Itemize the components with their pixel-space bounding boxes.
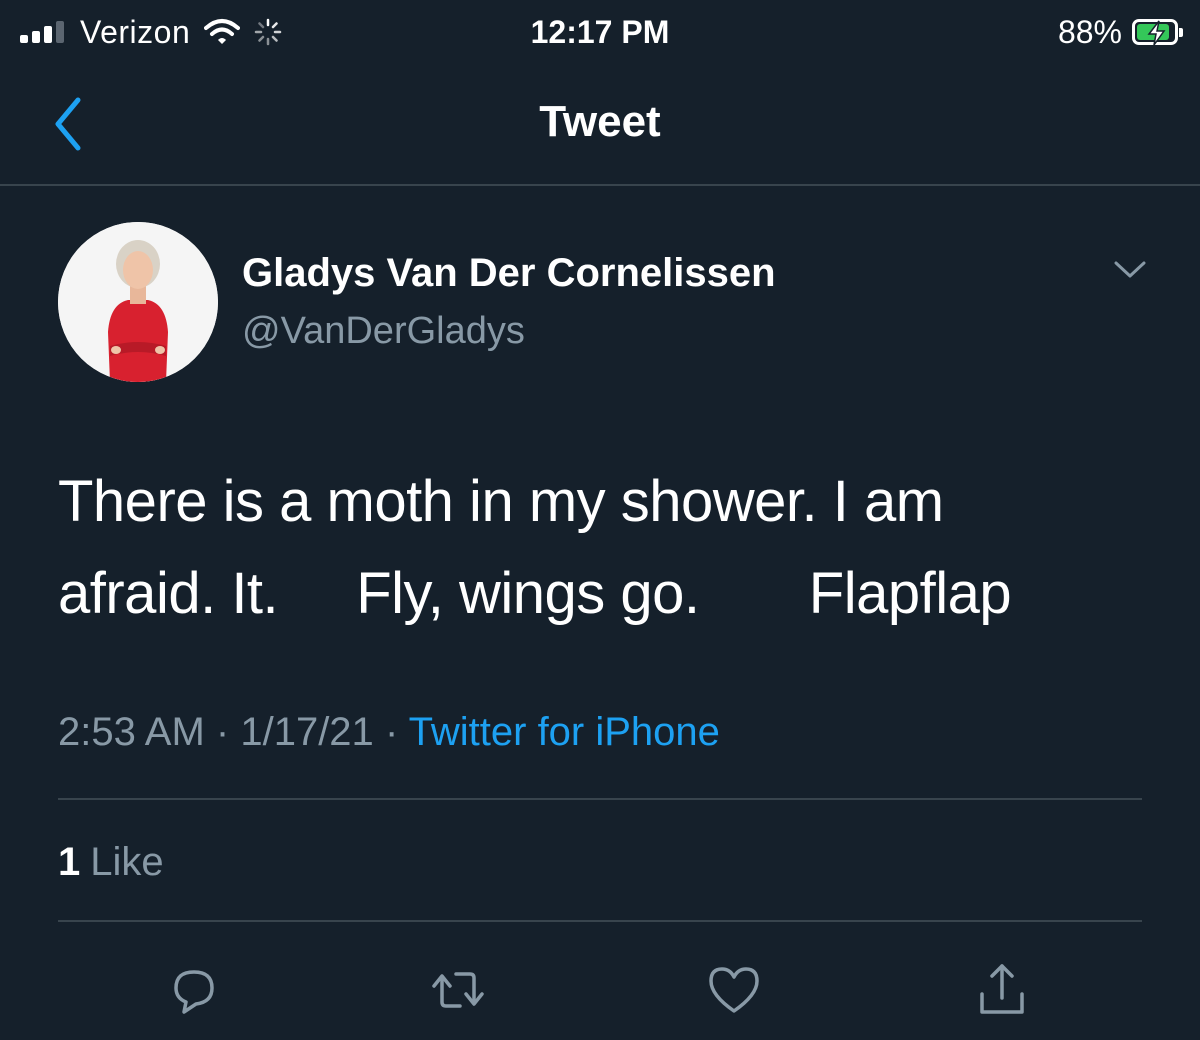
retweet-icon	[432, 972, 484, 1008]
tweet-time: 2:53 AM	[58, 710, 205, 754]
like-label: Like	[90, 840, 164, 884]
status-right: 88%	[1057, 10, 1183, 54]
status-time: 12:17 PM	[530, 14, 670, 50]
tweet-date: 1/17/21	[240, 710, 374, 754]
meta-separator: ·	[384, 710, 399, 754]
tweet-menu-button[interactable]	[1108, 250, 1152, 290]
avatar-image	[58, 222, 218, 382]
tweet-text-line-1: There is a moth in my shower. I am	[58, 469, 944, 534]
reply-button[interactable]	[162, 958, 226, 1022]
status-bar: Verizon 12:17 PM 88%	[0, 0, 1200, 64]
nav-bar: Tweet	[0, 64, 1200, 186]
like-icon	[709, 967, 759, 1013]
divider	[58, 920, 1142, 922]
share-button[interactable]	[970, 958, 1034, 1022]
tweet-source-link[interactable]: Twitter for iPhone	[409, 710, 720, 754]
like-button[interactable]	[702, 958, 766, 1022]
author-name[interactable]: Gladys Van Der Cornelissen	[242, 248, 776, 298]
retweet-button[interactable]	[426, 958, 490, 1022]
battery-charging-icon	[1132, 19, 1183, 46]
tweet-meta: 2:53 AM · 1/17/21 · Twitter for iPhone	[58, 704, 720, 760]
like-count: 1	[58, 840, 81, 884]
tweet-text-line-2: afraid. It. Fly, wings go. Flapflap	[58, 561, 1012, 626]
likes-summary[interactable]: 1 Like	[58, 834, 164, 890]
divider	[58, 798, 1142, 800]
avatar[interactable]	[58, 222, 218, 382]
tweet-text: There is a moth in my shower. I am afrai…	[58, 456, 1158, 640]
author-handle[interactable]: @VanDerGladys	[242, 306, 525, 356]
reply-icon	[174, 970, 214, 1014]
chevron-down-icon	[1114, 261, 1146, 278]
battery-percent: 88%	[1057, 13, 1122, 50]
meta-separator: ·	[215, 710, 230, 754]
page-title: Tweet	[539, 97, 661, 146]
share-icon	[980, 964, 1024, 1014]
tweet-actions	[0, 950, 1200, 1030]
